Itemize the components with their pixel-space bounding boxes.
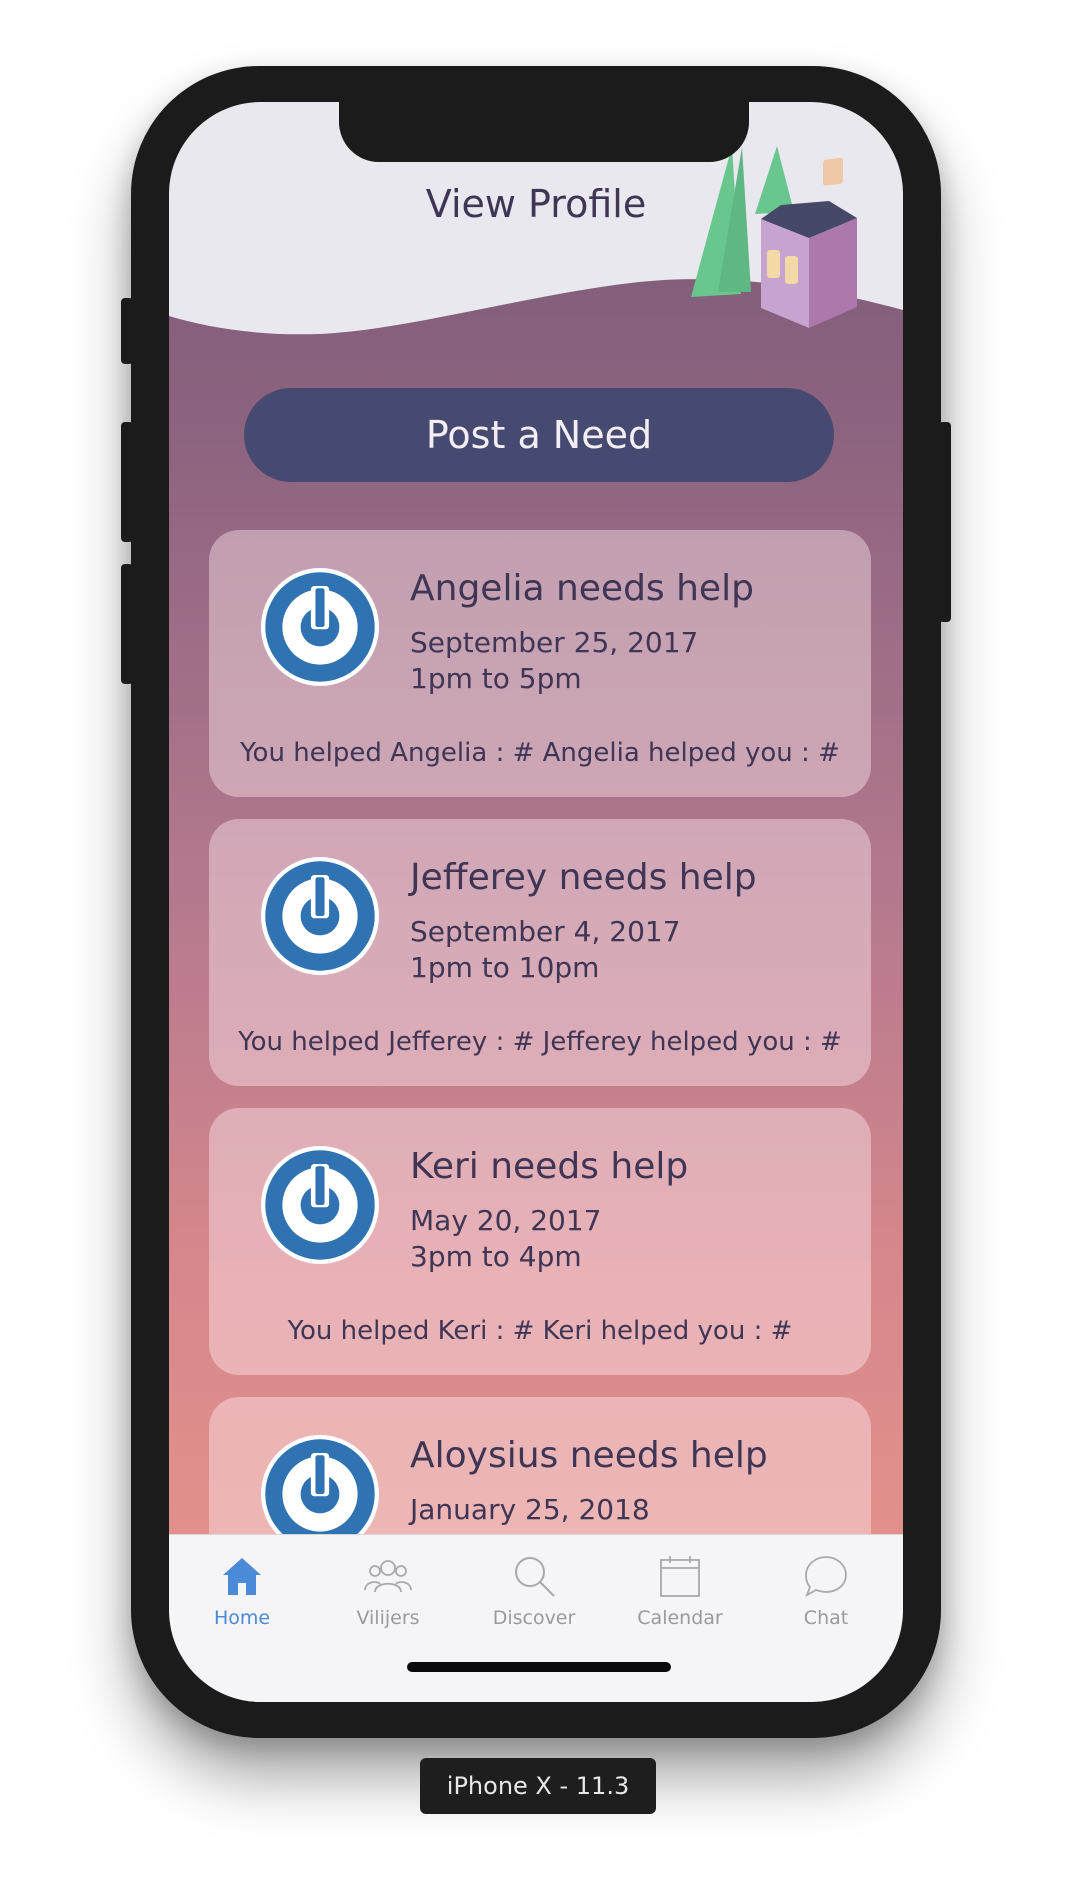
tab-calendar[interactable]: Calendar [607, 1553, 753, 1629]
tab-label: Discover [492, 1607, 576, 1629]
silent-switch [121, 298, 133, 364]
volume-up-button [121, 422, 133, 542]
search-icon [512, 1553, 556, 1599]
tab-label: Vilijers [356, 1607, 420, 1629]
tab-bar: Home Vilijers Discover Calendar Chat [169, 1534, 903, 1702]
home-icon [221, 1553, 263, 1599]
help-request-card[interactable]: Jefferey needs help September 4, 2017 1p… [209, 819, 871, 1086]
request-date: May 20, 2017 [410, 1204, 602, 1237]
request-date: September 4, 2017 [410, 915, 681, 948]
request-date: September 25, 2017 [410, 626, 699, 659]
help-counts: You helped Angelia : # Angelia helped yo… [240, 738, 840, 768]
post-need-button[interactable]: Post a Need [244, 388, 834, 482]
tab-discover[interactable]: Discover [461, 1553, 607, 1629]
request-date: January 25, 2018 [410, 1493, 650, 1526]
power-logo-icon [265, 861, 375, 971]
request-time: 1pm to 5pm [410, 662, 582, 695]
tab-label: Chat [803, 1607, 849, 1629]
request-title: Jefferey needs help [410, 857, 757, 898]
power-logo-icon [265, 572, 375, 682]
avatar [261, 1146, 379, 1264]
tab-vilijers[interactable]: Vilijers [315, 1553, 461, 1629]
request-time: 3pm to 4pm [410, 1240, 582, 1273]
view-profile-link[interactable]: View Profile [169, 182, 903, 226]
avatar [261, 568, 379, 686]
avatar [261, 857, 379, 975]
chat-bubble-icon [803, 1553, 849, 1599]
request-time: 1pm to 10pm [410, 951, 600, 984]
request-title: Keri needs help [410, 1146, 689, 1187]
help-counts: You helped Keri : # Keri helped you : # [287, 1316, 793, 1346]
tab-home[interactable]: Home [169, 1553, 315, 1629]
app-screen: View Profile Post a Need Angelia needs h… [169, 102, 903, 1702]
volume-down-button [121, 564, 133, 684]
help-request-card[interactable]: Angelia needs help September 25, 2017 1p… [209, 530, 871, 797]
tab-label: Calendar [637, 1607, 723, 1629]
help-request-card[interactable]: Keri needs help May 20, 2017 3pm to 4pm … [209, 1108, 871, 1375]
tab-label: Home [213, 1607, 271, 1629]
power-logo-icon [265, 1150, 375, 1260]
calendar-icon [658, 1553, 702, 1599]
device-frame: View Profile Post a Need Angelia needs h… [121, 66, 951, 1738]
people-icon [363, 1553, 413, 1599]
power-button [939, 422, 951, 622]
home-indicator [407, 1662, 671, 1672]
device-notch [339, 102, 749, 162]
request-title: Angelia needs help [410, 568, 754, 609]
help-counts: You helped Jefferey : # Jefferey helped … [238, 1027, 842, 1057]
tab-chat[interactable]: Chat [753, 1553, 899, 1629]
device-label: iPhone X - 11.3 [420, 1758, 656, 1814]
request-title: Aloysius needs help [410, 1435, 768, 1476]
